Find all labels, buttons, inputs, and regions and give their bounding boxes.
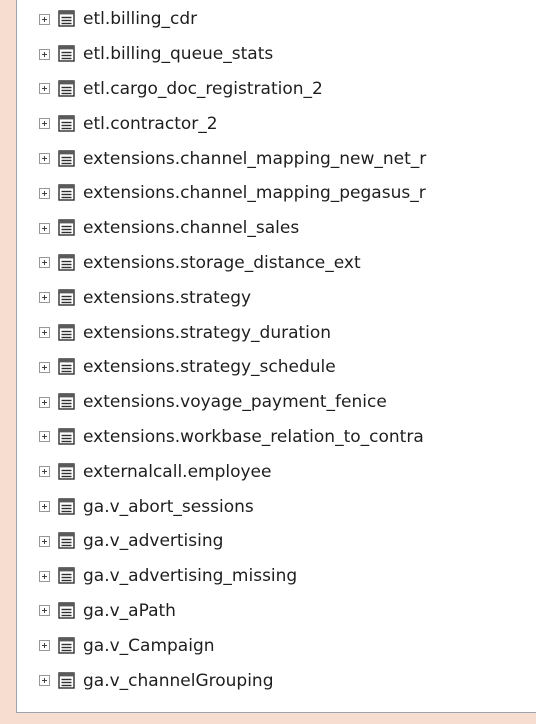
table-icon <box>58 393 75 410</box>
tree-item[interactable]: extensions.workbase_relation_to_contra <box>17 420 536 455</box>
tree-item-label: ga.v_Campaign <box>83 635 215 656</box>
tree-item-label: ga.v_aPath <box>83 600 176 621</box>
table-icon <box>58 80 75 97</box>
expand-plus-icon[interactable] <box>39 327 50 339</box>
tree-item[interactable]: extensions.strategy <box>17 280 536 315</box>
tree-item[interactable]: extensions.voyage_payment_fenice <box>17 385 536 420</box>
tree-item-label: extensions.strategy_schedule <box>83 357 336 378</box>
expand-plus-icon[interactable] <box>39 292 50 304</box>
tree-item-label: extensions.channel_mapping_pegasus_r <box>83 183 426 204</box>
table-icon <box>58 463 75 480</box>
table-icon <box>58 567 75 584</box>
tree-item[interactable]: etl.billing_queue_stats <box>17 37 536 72</box>
tree-item-label: etl.billing_cdr <box>83 9 198 30</box>
tree-item-label: ga.v_advertising_missing <box>83 566 298 587</box>
tree-item-label: extensions.storage_distance_ext <box>83 252 361 273</box>
table-icon <box>58 45 75 62</box>
expand-plus-icon[interactable] <box>39 187 50 199</box>
tree-item[interactable]: extensions.strategy_duration <box>17 315 536 350</box>
table-icon <box>58 358 75 376</box>
expand-plus-icon[interactable] <box>39 118 50 130</box>
table-icon <box>58 10 75 28</box>
expand-plus-icon[interactable] <box>39 675 50 687</box>
tree-item-label: ga.v_advertising <box>83 531 224 552</box>
table-icon <box>58 532 75 550</box>
table-icon <box>58 428 75 445</box>
tree-item[interactable]: ga.v_abort_sessions <box>17 489 536 524</box>
table-tree: etl.billing_cdr etl.billing_queue_stats … <box>17 2 536 698</box>
tree-item-label: extensions.channel_mapping_new_net_r <box>83 148 427 169</box>
object-explorer-panel: etl.billing_cdr etl.billing_queue_stats … <box>16 0 536 713</box>
tree-item[interactable]: ga.v_advertising_missing <box>17 559 536 594</box>
tree-item[interactable]: extensions.storage_distance_ext <box>17 246 536 281</box>
expand-plus-icon[interactable] <box>39 222 50 234</box>
expand-plus-icon[interactable] <box>39 501 50 513</box>
expand-plus-icon[interactable] <box>39 48 50 60</box>
expand-plus-icon[interactable] <box>39 396 50 408</box>
expand-plus-icon[interactable] <box>39 535 50 547</box>
tree-item-label: externalcall.employee <box>83 461 272 482</box>
tree-item[interactable]: etl.contractor_2 <box>17 106 536 141</box>
expand-plus-icon[interactable] <box>39 13 50 25</box>
expand-plus-icon[interactable] <box>39 466 50 478</box>
table-icon <box>58 289 75 306</box>
table-icon <box>58 497 75 515</box>
table-icon <box>58 219 75 236</box>
tree-item[interactable]: extensions.strategy_schedule <box>17 350 536 385</box>
expand-plus-icon[interactable] <box>39 361 50 373</box>
expand-plus-icon[interactable] <box>39 83 50 95</box>
table-icon <box>58 671 75 689</box>
tree-item[interactable]: ga.v_channelGrouping <box>17 663 536 698</box>
tree-item-label: extensions.strategy <box>83 287 252 308</box>
tree-item[interactable]: ga.v_aPath <box>17 594 536 629</box>
tree-item[interactable]: ga.v_Campaign <box>17 628 536 663</box>
expand-plus-icon[interactable] <box>39 153 50 165</box>
tree-item[interactable]: extensions.channel_mapping_pegasus_r <box>17 176 536 211</box>
expand-plus-icon[interactable] <box>39 431 50 443</box>
tree-item-label: ga.v_abort_sessions <box>83 496 254 517</box>
tree-item[interactable]: ga.v_advertising <box>17 524 536 559</box>
table-icon <box>58 602 75 619</box>
tree-item-label: extensions.workbase_relation_to_contra <box>83 426 424 447</box>
table-icon <box>58 254 75 271</box>
tree-item[interactable]: etl.cargo_doc_registration_2 <box>17 72 536 107</box>
expand-plus-icon[interactable] <box>39 605 50 617</box>
tree-item[interactable]: externalcall.employee <box>17 454 536 489</box>
tree-item-label: etl.cargo_doc_registration_2 <box>83 78 323 99</box>
expand-plus-icon[interactable] <box>39 570 50 582</box>
table-icon <box>58 184 75 202</box>
tree-item[interactable]: etl.billing_cdr <box>17 2 536 37</box>
table-icon <box>58 149 75 167</box>
tree-item[interactable]: extensions.channel_mapping_new_net_r <box>17 141 536 176</box>
tree-item-label: etl.billing_queue_stats <box>83 44 274 65</box>
expand-plus-icon[interactable] <box>39 640 50 652</box>
tree-item[interactable]: extensions.channel_sales <box>17 211 536 246</box>
table-icon <box>58 637 75 654</box>
tree-item-label: extensions.strategy_duration <box>83 322 332 343</box>
tree-item-label: extensions.voyage_payment_fenice <box>83 392 387 413</box>
tree-item-label: extensions.channel_sales <box>83 218 300 239</box>
tree-item-label: ga.v_channelGrouping <box>83 670 274 691</box>
table-icon <box>58 323 75 341</box>
expand-plus-icon[interactable] <box>39 257 50 269</box>
table-icon <box>58 115 75 132</box>
tree-item-label: etl.contractor_2 <box>83 113 218 134</box>
